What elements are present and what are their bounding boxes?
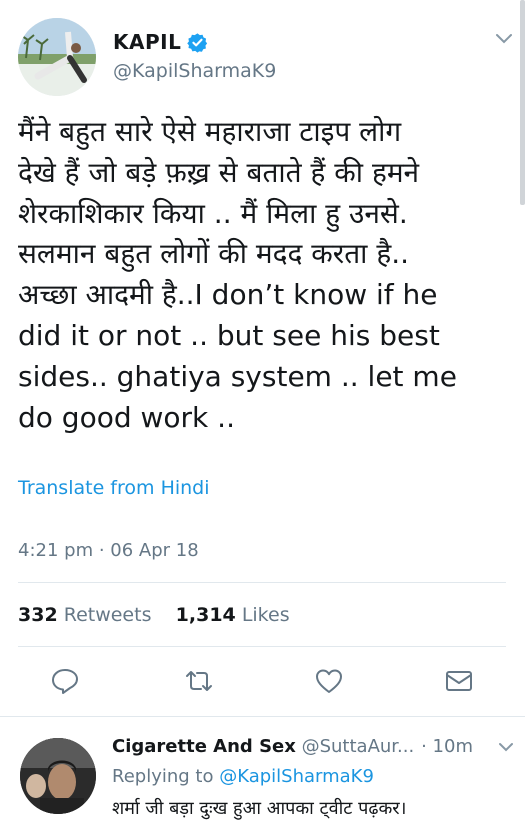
author-avatar[interactable] xyxy=(18,18,96,96)
tweet-text-line: sides.. ghatiya system .. let me xyxy=(18,359,457,393)
tweet-separator xyxy=(0,716,525,717)
reply-text: शर्मा जी बड़ा दुःख हुआ आपका ट्वीट पढ़कर। xyxy=(112,798,407,819)
scrollbar[interactable] xyxy=(520,0,525,205)
tweet-text-line: do good work .. xyxy=(18,400,235,434)
divider xyxy=(18,646,506,647)
retweet-icon[interactable] xyxy=(184,666,214,696)
reply-author-name[interactable]: Cigarette And Sex xyxy=(112,736,296,757)
tweet-stats: 332 Retweets 1,314 Likes xyxy=(18,604,290,626)
reply-time: · 10m xyxy=(421,736,473,757)
retweets-label: Retweets xyxy=(63,604,152,626)
tweet-timestamp: 4:21 pm · 06 Apr 18 xyxy=(18,540,199,561)
author-name-row: KAPIL xyxy=(113,30,208,54)
likes-count: 1,314 xyxy=(175,604,236,626)
tweet-header: KAPIL @KapilSharmaK9 xyxy=(18,18,513,98)
heart-icon[interactable] xyxy=(314,666,344,696)
tweet-text-line: देखे हैं जो बड़े फ़ख़्र से बताते हैं की … xyxy=(18,155,420,189)
translate-link[interactable]: Translate from Hindi xyxy=(18,477,210,499)
reply-author-row: Cigarette And Sex @SuttaAur... xyxy=(112,736,414,757)
reply-tweet[interactable]: Cigarette And Sex @SuttaAur... · 10m Rep… xyxy=(0,720,525,836)
retweets-count: 332 xyxy=(18,604,58,626)
author-handle[interactable]: @KapilSharmaK9 xyxy=(113,60,276,82)
chevron-down-icon[interactable] xyxy=(499,742,513,752)
verified-badge-icon xyxy=(187,32,208,53)
replying-to-handle[interactable]: @KapilSharmaK9 xyxy=(219,766,374,787)
tweet-text-line: शेरकाशिकार किया .. मैं मिला हु उनसे. xyxy=(18,196,408,230)
tweet-text-line: सलमान बहुत लोगों की मदद करता है.. xyxy=(18,237,409,271)
reply-author-avatar[interactable] xyxy=(20,738,96,814)
tweet-text-line: मैंने बहुत सारे ऐसे महाराजा टाइप लोग xyxy=(18,115,402,148)
divider xyxy=(18,582,506,583)
likes-label: Likes xyxy=(241,604,290,626)
envelope-icon[interactable] xyxy=(444,666,474,696)
reply-author-handle[interactable]: @SuttaAur... xyxy=(302,736,415,757)
tweet-text: मैंने बहुत सारे ऐसे महाराजा टाइप लोग देख… xyxy=(18,112,508,438)
reply-icon[interactable] xyxy=(50,666,80,696)
replying-to-label: Replying to xyxy=(112,766,214,787)
author-name[interactable]: KAPIL xyxy=(113,30,181,54)
chevron-down-icon[interactable] xyxy=(495,32,513,46)
retweets-stat[interactable]: 332 Retweets xyxy=(18,604,151,626)
tweet-text-line: did it or not .. but see his best xyxy=(18,318,440,352)
tweet-actions xyxy=(0,666,520,700)
likes-stat[interactable]: 1,314 Likes xyxy=(176,604,290,626)
replying-to: Replying to @KapilSharmaK9 xyxy=(112,766,374,787)
tweet-text-line: अच्छा आदमी है..I don’t know if he xyxy=(18,278,438,312)
